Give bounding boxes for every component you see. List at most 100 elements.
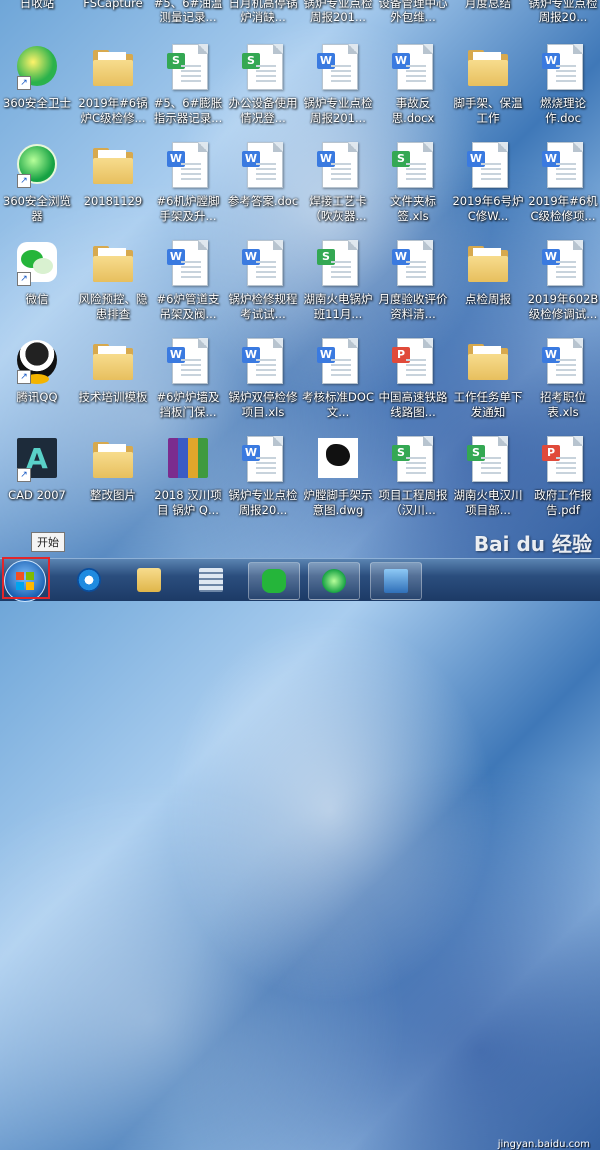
taskbar-image-viewer[interactable] bbox=[370, 562, 422, 600]
desktop-icon[interactable]: W 焊接工艺卡（吹灰器... bbox=[301, 136, 375, 228]
desktop-icon[interactable]: W 2019年6号炉C修W... bbox=[451, 136, 525, 228]
desktop-icon-label: #6机炉膛脚手架及升... bbox=[156, 194, 220, 223]
desktop-icon-label[interactable]: FSCapture bbox=[76, 0, 150, 24]
desktop-icon-label: 焊接工艺卡（吹灰器... bbox=[309, 194, 367, 223]
word-document-icon: W bbox=[241, 338, 285, 388]
desktop-icon-label: CAD 2007 bbox=[8, 488, 66, 502]
desktop-icon-label: 锅炉双停检修项目.xls bbox=[228, 390, 298, 419]
desktop-icon[interactable]: ↗ 微信 bbox=[0, 234, 74, 326]
desktop-icon[interactable]: S #5、6#膨胀指示器记录... bbox=[151, 38, 225, 130]
desktop-icon-label: 360安全卫士 bbox=[3, 96, 71, 110]
taskbar-calculator[interactable] bbox=[186, 562, 236, 598]
desktop-icon[interactable]: W #6炉管道支吊架及阀... bbox=[151, 234, 225, 326]
desktop-icon[interactable]: W 锅炉专业点检周报201... bbox=[301, 38, 375, 130]
taskbar-wechat[interactable] bbox=[248, 562, 300, 600]
folder-icon bbox=[91, 240, 135, 290]
desktop-icon[interactable]: ↗ CAD 2007 bbox=[0, 430, 74, 522]
folder-icon bbox=[91, 142, 135, 192]
desktop-icon[interactable]: 工作任务单下发通知 bbox=[451, 332, 525, 424]
desktop-icon[interactable]: 2019年#6锅炉C级检修... bbox=[76, 38, 150, 130]
word-document-icon: W bbox=[166, 240, 210, 290]
desktop-icon[interactable]: ↗ 360安全浏览器 bbox=[0, 136, 74, 228]
folder-icon bbox=[137, 568, 161, 592]
desktop-icon-label: 技术培训模板 bbox=[78, 390, 148, 404]
desktop-icon-label: 2019年6号炉C修W... bbox=[452, 194, 524, 223]
desktop-icon[interactable]: W 锅炉专业点检周报20... bbox=[226, 430, 300, 522]
desktop-icon-label[interactable]: 设备管理中心外包维... bbox=[376, 0, 450, 24]
desktop-icon[interactable]: W 锅炉检修规程考试试... bbox=[226, 234, 300, 326]
dwg-file-icon bbox=[316, 436, 360, 486]
desktop-icon[interactable]: W 锅炉双停检修项目.xls bbox=[226, 332, 300, 424]
desktop-icon-label: 招考职位表.xls bbox=[540, 390, 586, 419]
360-browser-icon bbox=[322, 569, 346, 593]
desktop-icon[interactable]: W 月度验收评价资料清... bbox=[376, 234, 450, 326]
desktop-icon[interactable]: S 湖南火电汉川项目部... bbox=[451, 430, 525, 522]
start-button-highlight bbox=[2, 557, 50, 599]
desktop-icon-label[interactable]: #5、6#油温测量记录... bbox=[151, 0, 225, 24]
desktop-icon[interactable]: 脚手架、保温工作 bbox=[451, 38, 525, 130]
desktop-icon[interactable]: 2018 汉川项目 锅炉 Q... bbox=[151, 430, 225, 522]
folder-icon bbox=[466, 44, 510, 94]
desktop: 日收站 FSCapture #5、6#油温测量记录... 日月机高停锅炉消缺... 锅炉… bbox=[0, 0, 600, 558]
desktop-icon[interactable]: W 参考答案.doc bbox=[226, 136, 300, 228]
desktop-icon[interactable]: W 考核标准DOC文... bbox=[301, 332, 375, 424]
word-document-icon: W bbox=[391, 240, 435, 290]
desktop-icon[interactable]: W 2019年602B级检修调试... bbox=[526, 234, 600, 326]
app-wechat-icon: ↗ bbox=[15, 240, 59, 290]
desktop-icon[interactable]: S 文件夹标签.xls bbox=[376, 136, 450, 228]
desktop-icon[interactable]: 点检周报 bbox=[451, 234, 525, 326]
app-360-icon: ↗ bbox=[15, 44, 59, 94]
sheet-document-icon: S bbox=[466, 436, 510, 486]
desktop-icon[interactable]: P 政府工作报告.pdf bbox=[526, 430, 600, 522]
desktop-icon-label: #6炉管道支吊架及阀... bbox=[156, 292, 220, 321]
desktop-icon-label[interactable]: 日收站 bbox=[0, 0, 74, 24]
word-document-icon: W bbox=[241, 436, 285, 486]
desktop-icon[interactable]: S 项目工程周报（汉川... bbox=[376, 430, 450, 522]
word-document-icon: W bbox=[241, 240, 285, 290]
desktop-icon[interactable]: W #6炉炉墙及挡板门保... bbox=[151, 332, 225, 424]
desktop-icon[interactable]: W #6机炉膛脚手架及升... bbox=[151, 136, 225, 228]
wechat-icon bbox=[262, 569, 286, 593]
desktop-icon[interactable]: W 招考职位表.xls bbox=[526, 332, 600, 424]
desktop-icon[interactable]: 炉膛脚手架示意图.dwg bbox=[301, 430, 375, 522]
app-cad-icon: ↗ bbox=[15, 436, 59, 486]
desktop-icon[interactable]: 整改图片 bbox=[76, 430, 150, 522]
desktop-icon-label[interactable]: 锅炉专业点检周报201... bbox=[301, 0, 375, 24]
desktop-icon-label: 微信 bbox=[25, 292, 49, 306]
folder-icon bbox=[91, 436, 135, 486]
desktop-icon[interactable]: ↗ 360安全卫士 bbox=[0, 38, 74, 130]
desktop-icon-label: 2019年602B级检修调试... bbox=[527, 292, 599, 321]
word-document-icon: W bbox=[316, 338, 360, 388]
taskbar-internet-explorer[interactable] bbox=[64, 562, 114, 598]
desktop-icon[interactable]: S 办公设备使用情况登... bbox=[226, 38, 300, 130]
desktop-icon[interactable]: S 湖南火电锅炉班11月... bbox=[301, 234, 375, 326]
desktop-icon-label: 锅炉检修规程考试试... bbox=[228, 292, 298, 321]
desktop-icon-label: 月度验收评价资料清... bbox=[378, 292, 448, 321]
word-document-icon: W bbox=[241, 142, 285, 192]
desktop-icon[interactable]: P 中国高速铁路线路图... bbox=[376, 332, 450, 424]
folder-icon bbox=[91, 44, 135, 94]
desktop-icon[interactable]: W 2019年#6机C级检修项... bbox=[526, 136, 600, 228]
desktop-icon[interactable]: ↗ 腾讯QQ bbox=[0, 332, 74, 424]
desktop-icon-label[interactable]: 锅炉专业点检周报20... bbox=[526, 0, 600, 24]
taskbar-360-browser[interactable] bbox=[308, 562, 360, 600]
desktop-icon[interactable]: W 燃烧理论作.doc bbox=[526, 38, 600, 130]
word-document-icon: W bbox=[391, 44, 435, 94]
desktop-icon[interactable]: 20181129 bbox=[76, 136, 150, 228]
desktop-icon-label: 腾讯QQ bbox=[16, 390, 58, 404]
desktop-icon-label: 风险预控、隐患排查 bbox=[78, 292, 148, 321]
desktop-icon-label: 点检周报 bbox=[465, 292, 511, 306]
desktop-icon[interactable]: 技术培训模板 bbox=[76, 332, 150, 424]
desktop-icon-label: 办公设备使用情况登... bbox=[228, 96, 298, 125]
desktop-icon-label[interactable]: 日月机高停锅炉消缺... bbox=[226, 0, 300, 24]
desktop-icon-label: 湖南火电汉川项目部... bbox=[453, 488, 523, 517]
desktop-icon[interactable]: W 事故反思.docx bbox=[376, 38, 450, 130]
desktop-icon[interactable]: 风险预控、隐患排查 bbox=[76, 234, 150, 326]
desktop-icon-label: 事故反思.docx bbox=[391, 96, 435, 125]
desktop-icon-label[interactable]: 月度总结 bbox=[451, 0, 525, 24]
desktop-icon-label: 中国高速铁路线路图... bbox=[378, 390, 448, 419]
sheet-document-icon: S bbox=[391, 436, 435, 486]
folder-icon bbox=[466, 240, 510, 290]
desktop-icon-label: 2018 汉川项目 锅炉 Q... bbox=[154, 488, 222, 517]
taskbar-file-explorer[interactable] bbox=[124, 562, 174, 598]
